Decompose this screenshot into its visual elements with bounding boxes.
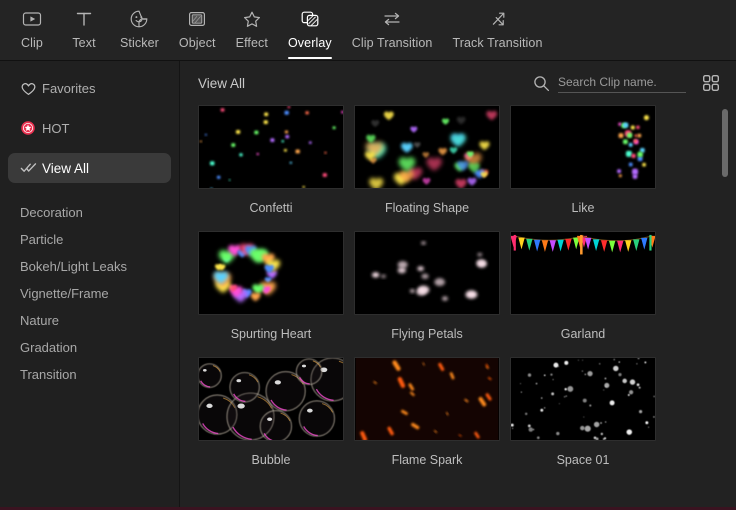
sidebar-item-label: Particle [20, 232, 63, 247]
clip-name-label: Like [510, 189, 656, 231]
clip-name-label: Space 01 [510, 441, 656, 483]
clip-item[interactable]: Like [510, 105, 656, 231]
clip-name-label: Spurting Heart [198, 315, 344, 357]
hot-badge-icon [20, 120, 42, 136]
text-icon [73, 6, 95, 32]
sidebar-item-label: Nature [20, 313, 59, 328]
clip-item[interactable]: Flying Petals [354, 231, 500, 357]
sidebar-item-label: HOT [42, 121, 69, 136]
clip-thumbnail[interactable] [354, 105, 500, 189]
clip-thumbnail[interactable] [198, 231, 344, 315]
clip-icon [21, 6, 43, 32]
toolbar-tab-label: Effect [236, 36, 268, 50]
content-panel: View All [180, 61, 736, 510]
sidebar-item-view-all[interactable]: View All [8, 153, 171, 183]
overlay-library-window: Clip Text Sticker Object Effect Overlay [0, 0, 736, 510]
clip-thumbnail[interactable] [510, 105, 656, 189]
double-check-icon [20, 160, 42, 176]
sidebar-item-favorites[interactable]: Favorites [8, 73, 171, 103]
sidebar-item-label: Decoration [20, 205, 83, 220]
clip-grid-scroll-area: ConfettiFloating ShapeLike Spurting Heart… [180, 105, 736, 510]
scrollbar-thumb[interactable] [722, 109, 728, 177]
search-box[interactable] [533, 73, 686, 93]
clip-item[interactable]: Space 01 [510, 357, 656, 483]
sidebar-item-label: Vignette/Frame [20, 286, 109, 301]
clip-name-label: Confetti [198, 189, 344, 231]
main-body: Favorites HOT View All Decoration Particle… [0, 61, 736, 510]
sidebar-item-transition[interactable]: Transition [8, 361, 171, 387]
header-tools [533, 72, 722, 94]
track-transition-icon [487, 6, 509, 32]
clip-thumbnail[interactable] [510, 357, 656, 441]
sidebar-item-label: View All [42, 161, 89, 176]
clip-item[interactable]: Floating Shape [354, 105, 500, 231]
toolbar-tab-text[interactable]: Text [58, 0, 110, 60]
content-header: View All [180, 61, 736, 105]
search-input[interactable] [558, 73, 686, 93]
clip-item[interactable]: Flame Spark [354, 357, 500, 483]
clip-name-label: Garland [510, 315, 656, 357]
toolbar-tab-track-transition[interactable]: Track Transition [442, 0, 552, 60]
clip-thumbnail[interactable] [510, 231, 656, 315]
sidebar-item-particle[interactable]: Particle [8, 226, 171, 252]
clip-item[interactable]: Bubble [198, 357, 344, 483]
sticker-icon [128, 6, 150, 32]
search-icon [533, 75, 550, 92]
vertical-scrollbar[interactable] [722, 109, 728, 504]
clip-name-label: Flame Spark [354, 441, 500, 483]
clip-thumbnail[interactable] [354, 357, 500, 441]
toolbar-tab-label: Sticker [120, 36, 159, 50]
clip-name-label: Bubble [198, 441, 344, 483]
clip-name-label: Floating Shape [354, 189, 500, 231]
toolbar-tab-clip[interactable]: Clip [6, 0, 58, 60]
sidebar-item-decoration[interactable]: Decoration [8, 199, 171, 225]
heart-icon [20, 80, 42, 97]
toolbar-tab-effect[interactable]: Effect [226, 0, 278, 60]
toolbar-tab-clip-transition[interactable]: Clip Transition [342, 0, 443, 60]
toolbar-tab-label: Object [179, 36, 216, 50]
clip-transition-icon [381, 6, 403, 32]
overlay-icon [299, 6, 321, 32]
sidebar-item-label: Transition [20, 367, 77, 382]
grid-view-icon[interactable] [700, 72, 722, 94]
clip-thumbnail[interactable] [198, 105, 344, 189]
sidebar-item-nature[interactable]: Nature [8, 307, 171, 333]
active-tab-underline [288, 57, 332, 59]
sidebar-item-gradation[interactable]: Gradation [8, 334, 171, 360]
toolbar-tab-label: Track Transition [452, 36, 542, 50]
toolbar-tab-label: Text [72, 36, 95, 50]
clip-thumbnail[interactable] [354, 231, 500, 315]
sidebar-item-bokeh-light-leaks[interactable]: Bokeh/Light Leaks [8, 253, 171, 279]
toolbar-tab-label: Clip Transition [352, 36, 433, 50]
clip-thumbnail[interactable] [198, 357, 344, 441]
category-sidebar: Favorites HOT View All Decoration Particle… [0, 61, 180, 510]
clip-name-label: Flying Petals [354, 315, 500, 357]
sidebar-item-label: Bokeh/Light Leaks [20, 259, 127, 274]
toolbar-tab-object[interactable]: Object [169, 0, 226, 60]
toolbar-tab-overlay[interactable]: Overlay [278, 0, 342, 60]
toolbar-tab-label: Overlay [288, 36, 332, 50]
object-icon [186, 6, 208, 32]
category-toolbar: Clip Text Sticker Object Effect Overlay [0, 0, 736, 61]
effect-star-icon [241, 6, 263, 32]
clip-item[interactable]: Spurting Heart [198, 231, 344, 357]
sidebar-item-vignette-frame[interactable]: Vignette/Frame [8, 280, 171, 306]
sidebar-item-hot[interactable]: HOT [8, 113, 171, 143]
page-title: View All [198, 76, 245, 91]
clip-item[interactable]: Confetti [198, 105, 344, 231]
toolbar-tab-label: Clip [21, 36, 43, 50]
toolbar-tab-sticker[interactable]: Sticker [110, 0, 169, 60]
clip-grid: ConfettiFloating ShapeLike Spurting Heart… [198, 105, 736, 483]
sidebar-item-label: Favorites [42, 81, 95, 96]
sidebar-item-label: Gradation [20, 340, 77, 355]
clip-item[interactable]: Garland [510, 231, 656, 357]
